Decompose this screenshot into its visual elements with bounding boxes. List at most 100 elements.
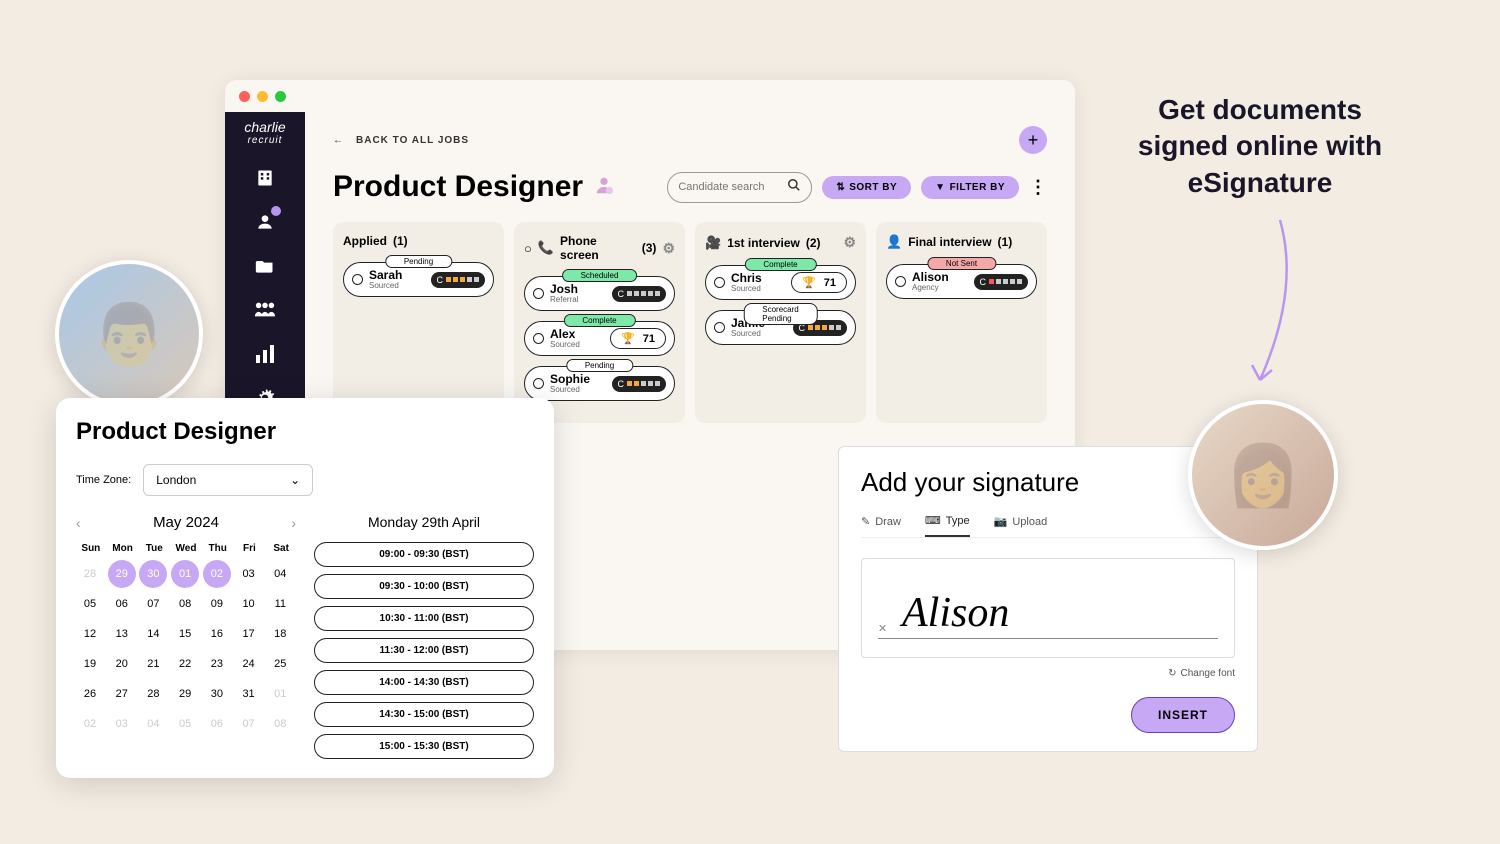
day-cell[interactable]: 04	[139, 710, 167, 738]
candidate-card[interactable]: Not Sent AlisonAgency C	[886, 264, 1037, 299]
day-cell[interactable]: 26	[76, 680, 104, 708]
search-input[interactable]	[667, 172, 812, 203]
column-phone-screen: ○📞Phone screen (3)⚙ Scheduled JoshReferr…	[514, 222, 685, 423]
nav-candidates-icon[interactable]	[253, 210, 277, 234]
time-slot[interactable]: 15:00 - 15:30 (BST)	[314, 734, 534, 759]
window-maximize-icon[interactable]	[275, 91, 286, 102]
select-radio[interactable]	[352, 274, 363, 285]
day-cell[interactable]: 06	[108, 590, 136, 618]
day-cell[interactable]: 02	[203, 560, 231, 588]
day-cell[interactable]: 22	[171, 650, 199, 678]
day-cell[interactable]: 25	[266, 650, 294, 678]
select-radio[interactable]	[714, 322, 725, 333]
back-button[interactable]: ← BACK TO ALL JOBS	[333, 135, 469, 146]
candidate-card[interactable]: Scheduled JoshReferral C	[524, 276, 675, 311]
candidate-card[interactable]: Scorecard Pending JamieSourced C	[705, 310, 856, 345]
tab-draw[interactable]: ✎Draw	[861, 514, 901, 537]
time-slot[interactable]: 11:30 - 12:00 (BST)	[314, 638, 534, 663]
day-cell[interactable]: 10	[235, 590, 263, 618]
time-slot[interactable]: 14:30 - 15:00 (BST)	[314, 702, 534, 727]
candidate-source: Sourced	[550, 385, 606, 394]
day-cell[interactable]: 01	[266, 680, 294, 708]
nav-folder-icon[interactable]	[253, 254, 277, 278]
scheduler-panel: Product Designer Time Zone: London⌄ ‹ Ma…	[56, 398, 554, 778]
day-cell[interactable]: 24	[235, 650, 263, 678]
window-close-icon[interactable]	[239, 91, 250, 102]
day-cell[interactable]: 03	[108, 710, 136, 738]
day-cell[interactable]: 05	[171, 710, 199, 738]
day-cell[interactable]: 02	[76, 710, 104, 738]
day-cell[interactable]: 04	[266, 560, 294, 588]
select-radio[interactable]	[533, 333, 544, 344]
candidate-name: Josh	[550, 283, 606, 295]
day-cell[interactable]: 01	[171, 560, 199, 588]
time-slot[interactable]: 09:00 - 09:30 (BST)	[314, 542, 534, 567]
insert-button[interactable]: INSERT	[1131, 697, 1235, 733]
filter-button[interactable]: ▼FILTER BY	[921, 176, 1019, 199]
day-cell[interactable]: 23	[203, 650, 231, 678]
day-cell[interactable]: 18	[266, 620, 294, 648]
refresh-icon: ↻	[1168, 668, 1176, 679]
day-cell[interactable]: 07	[235, 710, 263, 738]
candidate-card[interactable]: Pending SophieSourced C	[524, 366, 675, 401]
day-cell[interactable]: 15	[171, 620, 199, 648]
column-config-icon[interactable]: ⚙	[843, 234, 856, 251]
day-cell[interactable]: 05	[76, 590, 104, 618]
day-cell[interactable]: 07	[139, 590, 167, 618]
day-cell[interactable]: 09	[203, 590, 231, 618]
day-cell[interactable]: 29	[171, 680, 199, 708]
select-radio[interactable]	[714, 277, 725, 288]
nav-analytics-icon[interactable]	[253, 342, 277, 366]
day-cell[interactable]: 30	[203, 680, 231, 708]
select-radio[interactable]	[533, 288, 544, 299]
candidate-name: Alex	[550, 328, 604, 340]
day-cell[interactable]: 29	[108, 560, 136, 588]
candidate-source: Sourced	[369, 281, 425, 290]
day-cell[interactable]: 13	[108, 620, 136, 648]
time-slot[interactable]: 14:00 - 14:30 (BST)	[314, 670, 534, 695]
day-cell[interactable]: 06	[203, 710, 231, 738]
select-radio[interactable]	[895, 276, 906, 287]
column-count: (2)	[806, 236, 821, 250]
tab-type[interactable]: ⌨Type	[925, 514, 970, 537]
time-slot[interactable]: 10:30 - 11:00 (BST)	[314, 606, 534, 631]
candidate-card[interactable]: Complete AlexSourced 🏆71	[524, 321, 675, 356]
sort-button[interactable]: ⇅SORT BY	[822, 176, 911, 199]
add-button[interactable]: +	[1019, 126, 1047, 154]
day-cell[interactable]: 11	[266, 590, 294, 618]
time-slot[interactable]: 09:30 - 10:00 (BST)	[314, 574, 534, 599]
candidate-card[interactable]: Pending SarahSourced C	[343, 262, 494, 297]
day-cell[interactable]: 20	[108, 650, 136, 678]
day-cell[interactable]: 14	[139, 620, 167, 648]
nav-team-icon[interactable]	[253, 298, 277, 322]
column-count: (3)	[642, 241, 657, 255]
day-cell[interactable]: 12	[76, 620, 104, 648]
column-config-icon[interactable]: ⚙	[662, 240, 675, 257]
tab-upload[interactable]: 📷Upload	[994, 514, 1048, 537]
nav-building-icon[interactable]	[253, 166, 277, 190]
window-minimize-icon[interactable]	[257, 91, 268, 102]
signature-canvas[interactable]: Alison ✕	[861, 558, 1235, 658]
day-cell[interactable]: 08	[266, 710, 294, 738]
select-radio[interactable]	[533, 378, 544, 389]
signature-title: Add your signature	[861, 467, 1235, 498]
day-cell[interactable]: 31	[235, 680, 263, 708]
day-cell[interactable]: 28	[139, 680, 167, 708]
next-month-button[interactable]: ›	[291, 515, 296, 531]
day-cell[interactable]: 21	[139, 650, 167, 678]
prev-month-button[interactable]: ‹	[76, 515, 81, 531]
day-cell[interactable]: 03	[235, 560, 263, 588]
timezone-select[interactable]: London⌄	[143, 464, 313, 496]
column-count: (1)	[998, 235, 1013, 249]
day-cell[interactable]: 19	[76, 650, 104, 678]
day-cell[interactable]: 30	[139, 560, 167, 588]
change-font-button[interactable]: ↻Change font	[861, 668, 1235, 679]
day-cell[interactable]: 28	[76, 560, 104, 588]
day-cell[interactable]: 17	[235, 620, 263, 648]
candidate-card[interactable]: Complete ChrisSourced 🏆71	[705, 265, 856, 300]
day-cell[interactable]: 16	[203, 620, 231, 648]
day-cell[interactable]: 08	[171, 590, 199, 618]
day-cell[interactable]: 27	[108, 680, 136, 708]
search-field[interactable]	[678, 181, 787, 193]
more-menu-icon[interactable]: ⋮	[1029, 177, 1047, 198]
